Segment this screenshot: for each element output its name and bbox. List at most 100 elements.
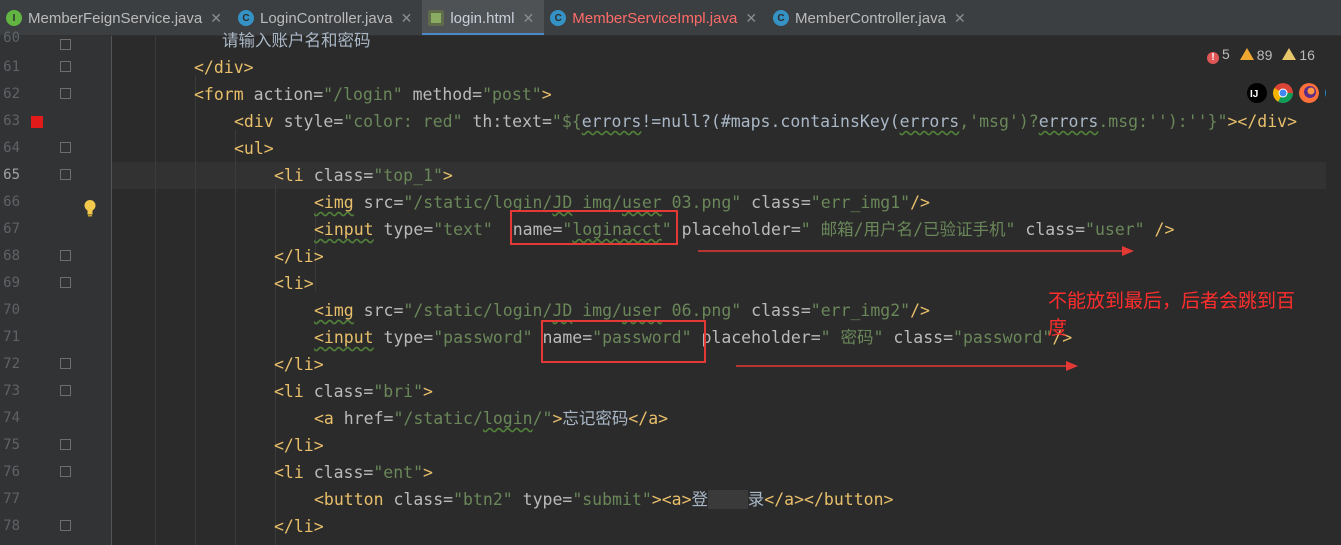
tab-label: MemberFeignService.java	[28, 9, 203, 27]
expression-var: errors	[581, 112, 642, 131]
html-value: user	[621, 301, 662, 320]
html-tag: <input	[314, 328, 374, 347]
line-number: 76	[3, 464, 20, 480]
code-line-78: </li>	[274, 513, 324, 540]
expression-text: .msg:''):''}"	[1098, 112, 1228, 131]
line-number: 78	[3, 518, 20, 534]
html-tag: <li	[274, 463, 304, 482]
code-line-74: <a href="/static/login/">忘记密码</a>	[314, 405, 668, 432]
html-value: "post"	[482, 85, 542, 104]
fold-marker-icon[interactable]	[60, 385, 71, 396]
chrome-icon[interactable]	[1273, 83, 1293, 103]
line-number: 61	[3, 59, 20, 75]
close-icon[interactable]: ✕	[523, 10, 535, 27]
html-tag: <div	[234, 112, 274, 131]
code-text: 忘记密码	[562, 409, 629, 428]
html-tag: />	[910, 301, 930, 320]
fold-marker-icon[interactable]	[60, 169, 71, 180]
annotation-note-line: 不能放到最后，后者会跳到百	[1048, 290, 1296, 312]
html-tag: <button	[314, 490, 384, 509]
line-number: 74	[3, 410, 20, 426]
class-file-icon: C	[550, 10, 567, 26]
annotation-arrow	[736, 361, 1078, 371]
firefox-icon[interactable]	[1299, 83, 1319, 103]
html-attr: class=	[741, 193, 811, 212]
html-attr: src=	[353, 301, 404, 320]
html-tag: <img	[314, 193, 354, 212]
weak-warning-count[interactable]: 16	[1282, 47, 1315, 63]
html-tag: >	[552, 409, 563, 428]
tab-label: LoginController.java	[259, 9, 393, 27]
error-count[interactable]: ! 5	[1207, 46, 1230, 64]
html-attr: href=	[333, 409, 394, 428]
annotation-note: 不能放到最后，后者会跳到百 度	[1048, 288, 1295, 342]
fold-marker-icon[interactable]	[60, 439, 71, 450]
html-value: "color: red"	[343, 112, 463, 131]
lightbulb-icon[interactable]	[83, 199, 97, 217]
fold-marker-icon[interactable]	[60, 142, 71, 153]
html-tag: <a	[314, 409, 334, 428]
tab-member-feign-service[interactable]: I MemberFeignService.java ✕	[0, 0, 232, 35]
html-attr: class=	[383, 490, 454, 509]
tab-member-service-impl[interactable]: C MemberServiceImpl.java ✕	[544, 0, 767, 35]
code-line-67: <input type="text" name="loginacct" plac…	[314, 216, 1174, 243]
html-value: "/static/	[393, 409, 483, 428]
class-file-icon: C	[237, 10, 254, 26]
fold-marker-icon[interactable]	[60, 61, 71, 72]
intellij-icon[interactable]: IJ	[1247, 83, 1267, 103]
html-tag: </li>	[274, 247, 324, 266]
html-value: "btn2"	[453, 490, 513, 509]
html-value: JD	[552, 301, 573, 320]
tab-login-html[interactable]: login.html ✕	[422, 0, 545, 35]
html-tag: </a></button>	[764, 490, 894, 509]
code-line-64: <ul>	[234, 135, 274, 162]
html-tag: </li>	[274, 517, 324, 536]
fold-marker-icon[interactable]	[60, 358, 71, 369]
tab-label: MemberServiceImpl.java	[572, 9, 738, 27]
inspection-widget[interactable]: ! 5 89 16	[1207, 46, 1315, 64]
code-line-76: <li class="ent">	[274, 459, 433, 486]
close-icon[interactable]: ✕	[210, 10, 222, 27]
weak-warning-count-value: 16	[1299, 47, 1315, 63]
fold-marker-icon[interactable]	[60, 88, 71, 99]
html-tag: <ul>	[234, 139, 274, 158]
html-value: " 密码"	[820, 328, 884, 347]
fold-marker-icon[interactable]	[60, 39, 71, 50]
breakpoint-icon[interactable]	[31, 116, 43, 128]
html-tag: </div>	[194, 58, 254, 77]
line-number: 70	[3, 302, 20, 318]
whitespace	[708, 490, 748, 509]
html-value: "/static/login/	[403, 301, 553, 320]
fold-marker-icon[interactable]	[60, 250, 71, 261]
code-line-63: <div style="color: red" th:text="${error…	[234, 108, 1297, 135]
fold-marker-icon[interactable]	[60, 277, 71, 288]
warning-icon	[1239, 48, 1254, 60]
indent-guide	[195, 76, 196, 545]
code-line-73: <li class="bri">	[274, 378, 433, 405]
expression-var: errors	[1038, 112, 1099, 131]
editor-gutter[interactable]: 60 61 62 63 64 65 66 67 68 69 70 71 72 7…	[0, 30, 111, 545]
html-tag: >	[423, 463, 433, 482]
line-number: 73	[3, 383, 20, 399]
line-number: 65	[3, 167, 20, 183]
close-icon[interactable]: ✕	[401, 10, 413, 27]
html-attr: action=	[243, 85, 324, 104]
line-number: 64	[3, 140, 20, 156]
vertical-scrollbar[interactable]	[1326, 36, 1341, 545]
fold-marker-icon[interactable]	[60, 466, 71, 477]
html-tag: <li	[274, 166, 304, 185]
close-icon[interactable]: ✕	[954, 10, 966, 27]
editor-tab-bar: I MemberFeignService.java ✕ C LoginContr…	[0, 0, 1341, 36]
class-file-icon: C	[773, 10, 790, 26]
line-number: 71	[3, 329, 20, 345]
fold-marker-icon[interactable]	[60, 520, 71, 531]
html-value: "${	[551, 112, 582, 131]
close-icon[interactable]: ✕	[745, 10, 757, 27]
html-attr: style=	[273, 112, 344, 131]
html-tag: </li>	[274, 355, 324, 374]
tab-member-controller[interactable]: C MemberController.java ✕	[767, 0, 976, 35]
warning-count[interactable]: 89	[1239, 47, 1273, 63]
warning-count-value: 89	[1256, 47, 1273, 63]
line-number: 68	[3, 248, 20, 264]
indent-guide	[155, 36, 156, 545]
